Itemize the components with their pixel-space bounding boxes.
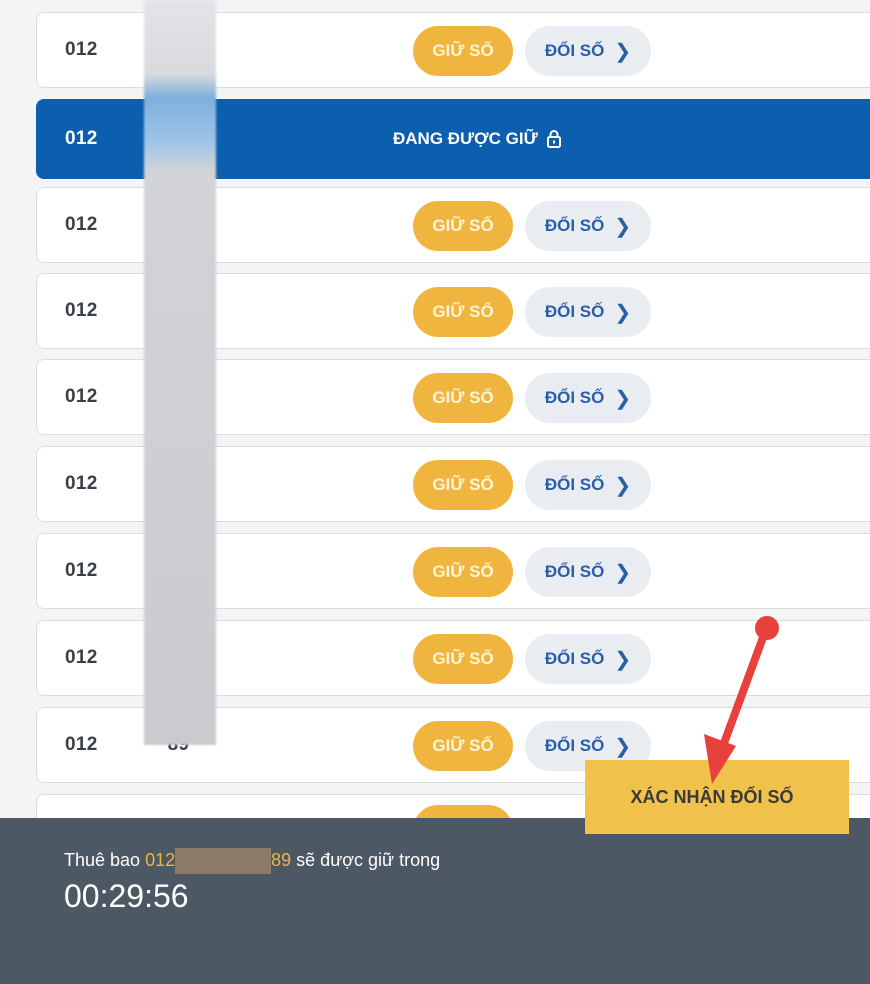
hold-label: GIỮ SỐ: [432, 736, 494, 755]
phone-prefix: 012: [65, 214, 98, 235]
phone-prefix: 012: [65, 734, 98, 755]
hold-number-button[interactable]: GIỮ SỐ: [413, 721, 513, 771]
held-status-label: ĐANG ĐƯỢC GIỮ: [393, 129, 538, 148]
hold-number-button[interactable]: GIỮ SỐ: [413, 547, 513, 597]
hold-label: GIỮ SỐ: [432, 216, 494, 235]
pointer-arrow-icon: [704, 616, 779, 784]
phone-prefix: 012: [65, 473, 98, 494]
swap-number-button[interactable]: ĐỔI SỐ ❯: [525, 201, 651, 251]
hold-label: GIỮ SỐ: [432, 41, 494, 60]
phone-prefix: 012: [65, 647, 98, 668]
phone-prefix: 012: [65, 39, 98, 60]
chevron-right-icon: ❯: [614, 40, 632, 63]
hold-number-button[interactable]: GIỮ SỐ: [413, 634, 513, 684]
hold-number-button[interactable]: GIỮ SỐ: [413, 373, 513, 423]
swap-number-button[interactable]: ĐỔI SỐ ❯: [525, 460, 651, 510]
hold-number-button[interactable]: GIỮ SỐ: [413, 26, 513, 76]
redaction-box: [175, 848, 272, 874]
chevron-right-icon: ❯: [614, 301, 632, 324]
swap-label: ĐỔI SỐ: [544, 388, 605, 407]
swap-label: ĐỔI SỐ: [544, 649, 605, 668]
hold-label: GIỮ SỐ: [432, 562, 494, 581]
hold-message: Thuê bao 012 89 sẽ được giữ trong: [64, 848, 440, 874]
chevron-right-icon: ❯: [614, 474, 632, 497]
hold-timer-panel: Thuê bao 012 89 sẽ được giữ trong 00:29:5…: [0, 818, 870, 984]
hold-label: GIỮ SỐ: [432, 388, 494, 407]
hold-label: GIỮ SỐ: [432, 302, 494, 321]
swap-label: ĐỔI SỐ: [544, 216, 605, 235]
swap-label: ĐỔI SỐ: [544, 475, 605, 494]
hold-number-button[interactable]: GIỮ SỐ: [413, 460, 513, 510]
hold-message-suffix: sẽ được giữ trong: [296, 849, 441, 870]
swap-label: ĐỔI SỐ: [544, 736, 605, 755]
held-status: ĐANG ĐƯỢC GIỮ: [393, 100, 562, 178]
swap-label: ĐỔI SỐ: [544, 302, 605, 321]
hold-message-prefix: Thuê bao: [64, 849, 141, 870]
swap-label: ĐỔI SỐ: [544, 562, 605, 581]
redaction-blur: [144, 0, 216, 745]
hold-number-button[interactable]: GIỮ SỐ: [413, 201, 513, 251]
hold-label: GIỮ SỐ: [432, 475, 494, 494]
chevron-right-icon: ❯: [614, 648, 632, 671]
hold-number-button[interactable]: GIỮ SỐ: [413, 287, 513, 337]
hold-label: GIỮ SỐ: [432, 649, 494, 668]
phone-prefix: 012: [65, 560, 98, 581]
phone-prefix: 012: [65, 128, 98, 149]
swap-number-button[interactable]: ĐỔI SỐ ❯: [525, 287, 651, 337]
swap-label: ĐỔI SỐ: [544, 41, 605, 60]
swap-number-button[interactable]: ĐỔI SỐ ❯: [525, 26, 651, 76]
held-number-suffix: 89: [271, 849, 292, 870]
countdown-timer: 00:29:56: [64, 878, 189, 914]
chevron-right-icon: ❯: [614, 735, 632, 758]
held-number-prefix: 012: [145, 849, 176, 870]
swap-number-button[interactable]: ĐỔI SỐ ❯: [525, 634, 651, 684]
lock-icon: [546, 130, 561, 148]
chevron-right-icon: ❯: [614, 387, 632, 410]
swap-number-button[interactable]: ĐỔI SỐ ❯: [525, 373, 651, 423]
phone-prefix: 012: [65, 300, 98, 321]
chevron-right-icon: ❯: [614, 561, 632, 584]
swap-number-button[interactable]: ĐỔI SỐ ❯: [525, 547, 651, 597]
chevron-right-icon: ❯: [614, 215, 632, 238]
phone-prefix: 012: [65, 386, 98, 407]
